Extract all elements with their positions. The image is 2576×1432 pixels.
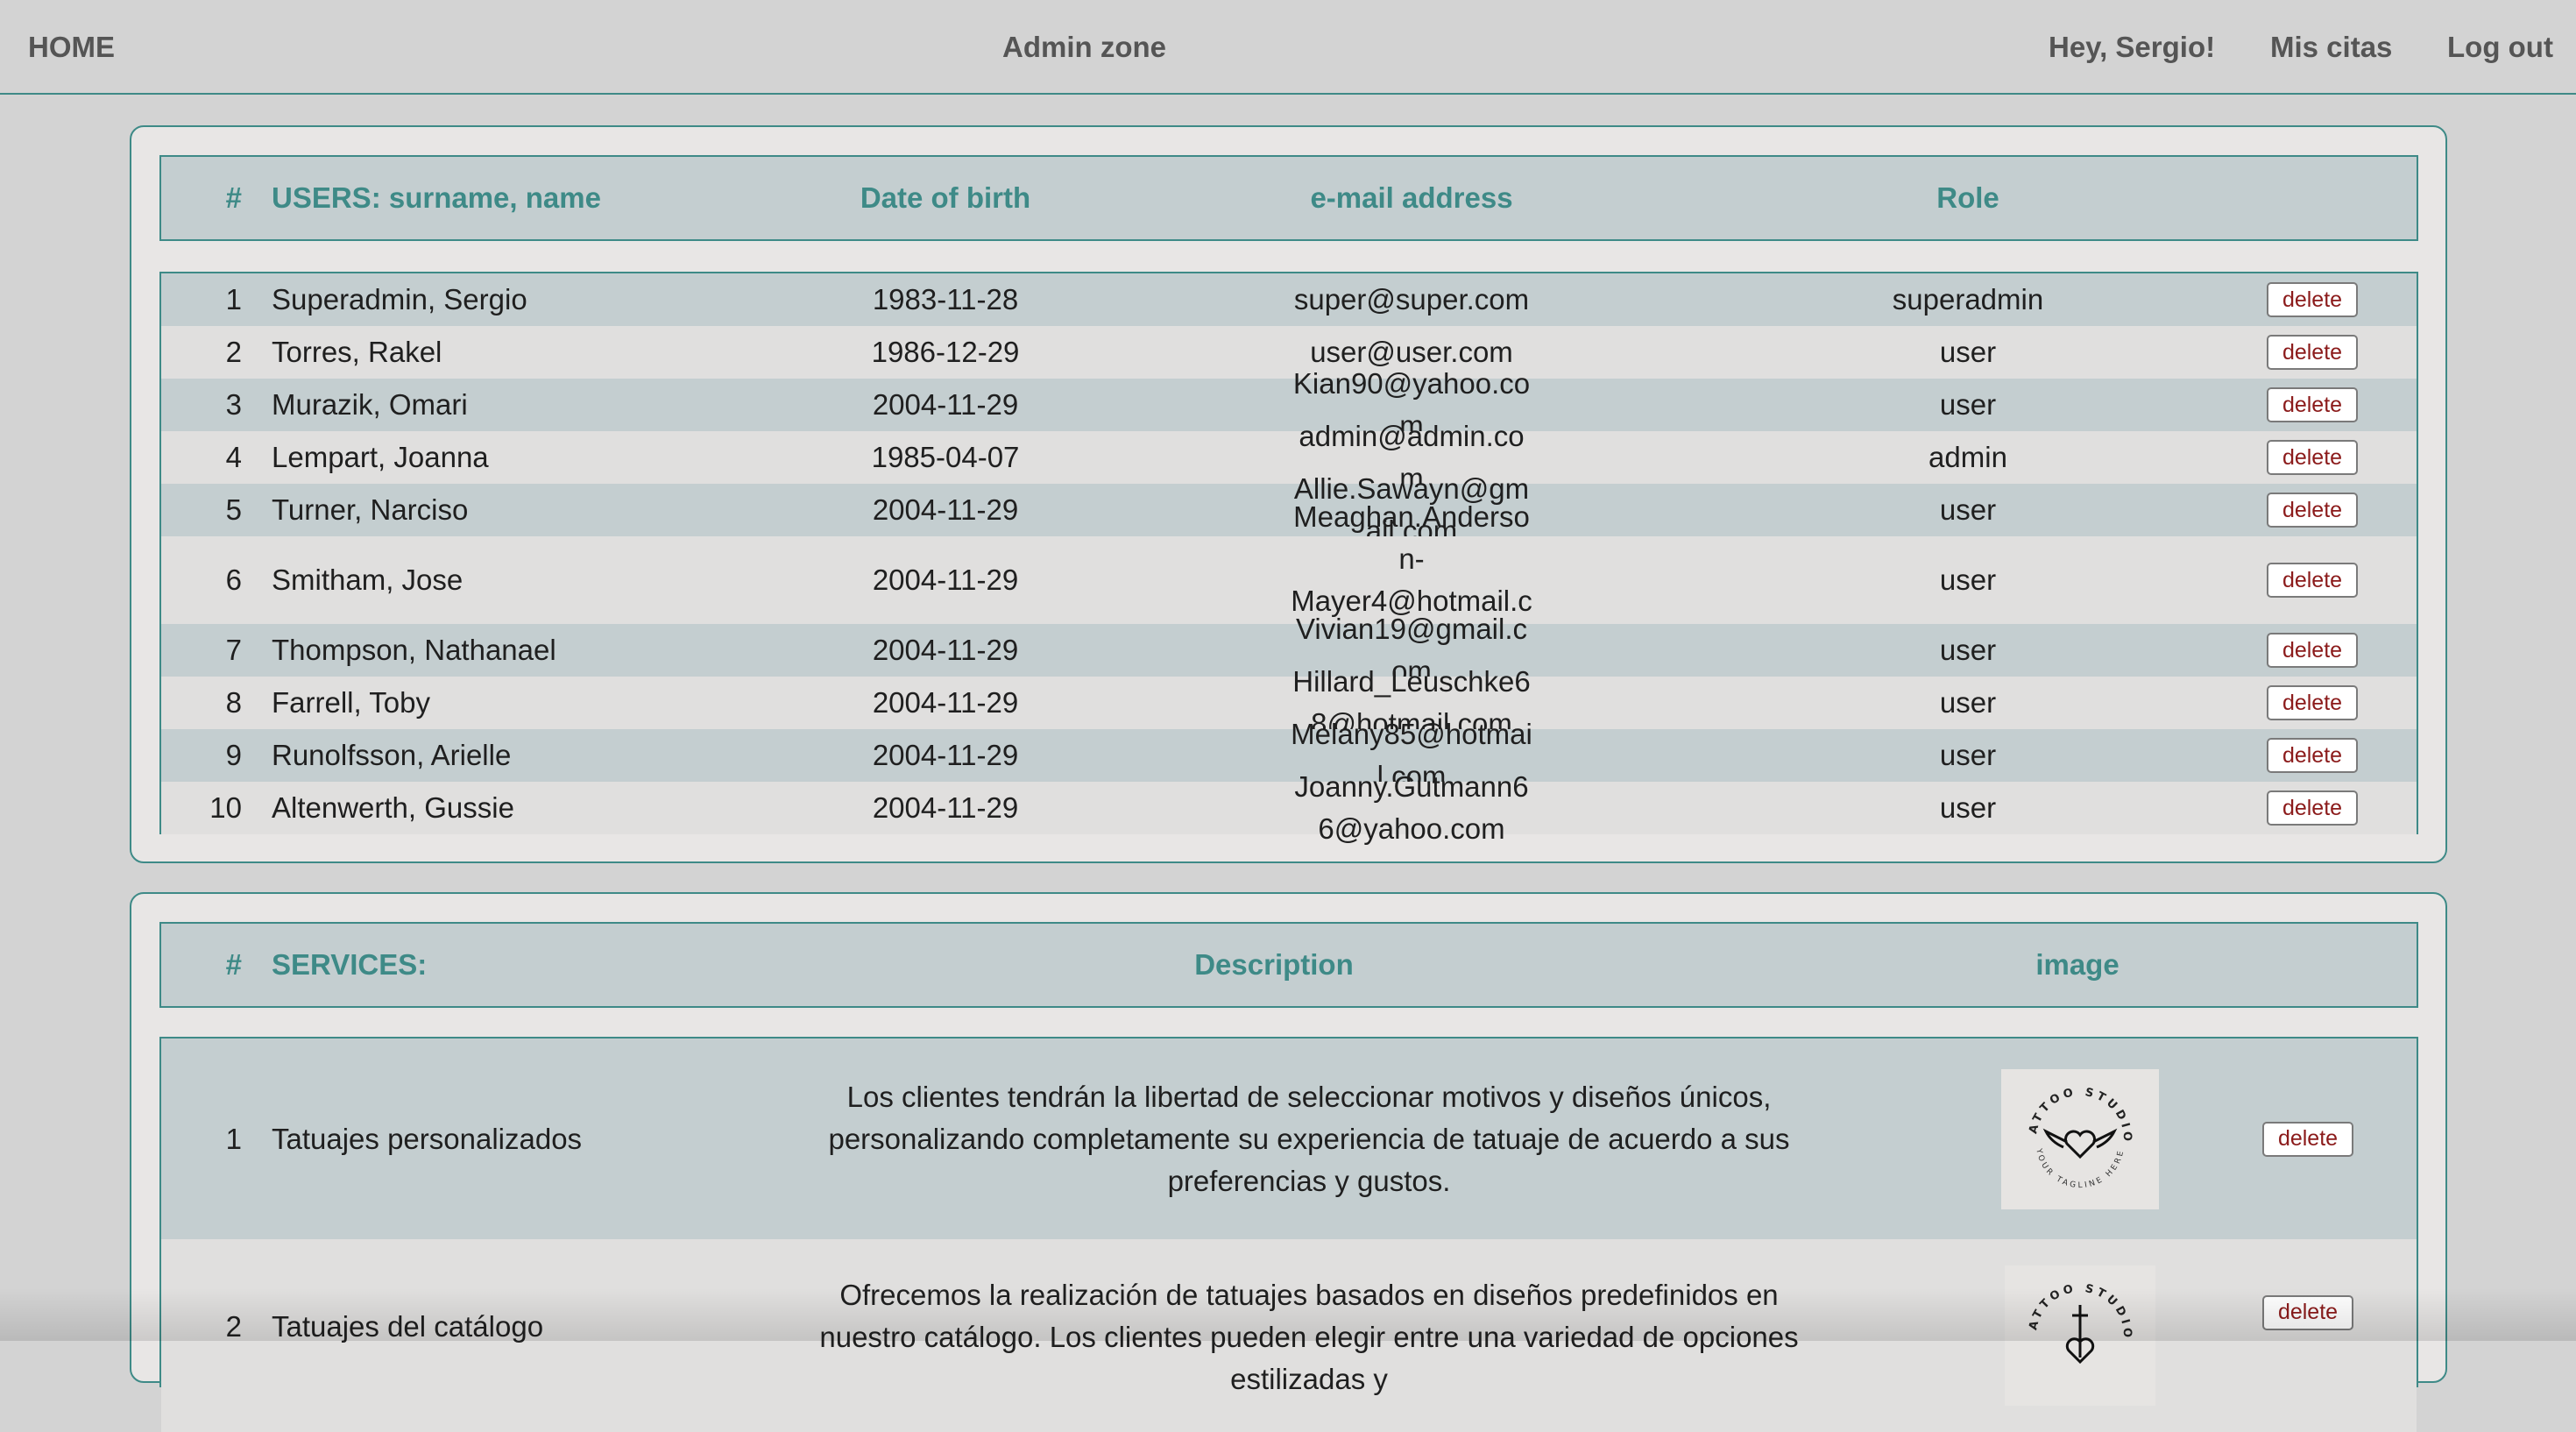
user-dob: 2004-11-29 <box>872 564 1019 596</box>
delete-user-button[interactable]: delete <box>2267 685 2358 720</box>
user-name: Runolfsson, Arielle <box>272 739 512 771</box>
home-link[interactable]: HOME <box>28 0 115 95</box>
user-num: 7 <box>225 634 242 666</box>
service-num: 2 <box>225 1310 242 1343</box>
user-name: Lempart, Joanna <box>272 441 489 473</box>
delete-user-button[interactable]: delete <box>2267 387 2358 422</box>
user-dob: 2004-11-29 <box>872 686 1019 719</box>
user-name: Altenwerth, Gussie <box>272 791 514 824</box>
user-num: 4 <box>225 441 242 473</box>
services-header-num: # <box>225 948 242 981</box>
services-header-description: Description <box>1194 948 1354 981</box>
delete-user-button[interactable]: delete <box>2267 738 2358 773</box>
logo-top-text: TATTOO STUDIO <box>2014 1074 2130 1145</box>
user-role: user <box>1939 388 1997 421</box>
svg-text:YOUR TAGLINE HERE: YOUR TAGLINE HERE <box>2034 1146 2127 1189</box>
users-panel: # USERS: surname, name Date of birth e-m… <box>130 125 2447 863</box>
user-dob: 1986-12-29 <box>871 336 1020 368</box>
user-num: 10 <box>209 791 242 824</box>
user-email: super@super.com <box>1293 283 1530 315</box>
user-role: user <box>1939 739 1997 771</box>
user-dob: 1985-04-07 <box>871 441 1020 473</box>
user-role: superadmin <box>1892 283 2044 315</box>
table-row: 1 Superadmin, Sergio 1983-11-28 super@super… <box>161 273 2417 326</box>
delete-service-button[interactable]: delete <box>2262 1294 2353 1330</box>
delete-user-button[interactable]: delete <box>2267 440 2358 475</box>
user-role: user <box>1939 564 1997 596</box>
admin-zone-title: Admin zone <box>1002 31 1166 63</box>
user-role: user <box>1939 686 1997 719</box>
user-dob: 2004-11-29 <box>872 791 1019 824</box>
top-navbar: HOME Admin zone Hey, Sergio! Mis citas L… <box>0 0 2576 95</box>
user-dob: 1983-11-28 <box>872 283 1019 315</box>
user-num: 3 <box>225 388 242 421</box>
service-name: Tatuajes personalizados <box>272 1122 583 1155</box>
users-header-email: e-mail address <box>1310 181 1513 214</box>
services-header-image: image <box>2035 948 2120 981</box>
users-header-name: USERS: surname, name <box>272 181 601 214</box>
services-header-name: SERVICES: <box>272 948 428 981</box>
delete-user-button[interactable]: delete <box>2267 563 2358 598</box>
winged-heart-icon <box>2042 1128 2118 1159</box>
services-panel: # SERVICES: Description image 1 Tatuajes… <box>130 892 2447 1432</box>
services-table-body: 1 Tatuajes personalizados Los clientes t… <box>159 1037 2418 1432</box>
service-num: 1 <box>225 1122 242 1155</box>
dagger-heart-icon <box>2065 1305 2095 1365</box>
user-role: user <box>1939 634 1997 666</box>
service-description: Los clientes tendrán la libertad de sele… <box>828 1080 1790 1197</box>
user-name: Torres, Rakel <box>272 336 442 368</box>
user-role: user <box>1939 493 1997 526</box>
user-name: Thompson, Nathanael <box>272 634 556 666</box>
table-row: 1 Tatuajes personalizados Los clientes t… <box>161 1039 2417 1239</box>
service-description: Ofrecemos la realización de tatuajes bas… <box>819 1279 1799 1395</box>
user-num: 2 <box>225 336 242 368</box>
user-name: Superadmin, Sergio <box>272 283 527 315</box>
users-table-body: 1 Superadmin, Sergio 1983-11-28 super@super… <box>159 272 2418 845</box>
user-num: 9 <box>225 739 242 771</box>
users-header-dob: Date of birth <box>860 181 1031 214</box>
user-dob: 2004-11-29 <box>872 388 1019 421</box>
logo-top-text: TATTOO STUDIO <box>2014 1270 2130 1341</box>
user-role: admin <box>1928 441 2007 473</box>
logo-bottom-text: YOUR TAGLINE HERE <box>2034 1146 2124 1189</box>
svg-text:TATTOO STUDIO: TATTOO STUDIO <box>2014 1074 2134 1145</box>
mis-citas-link[interactable]: Mis citas <box>2270 0 2392 95</box>
delete-user-button[interactable]: delete <box>2267 282 2358 317</box>
user-role: user <box>1939 336 1997 368</box>
user-num: 8 <box>225 686 242 719</box>
table-row: 2 Tatuajes del catálogo Ofrecemos la rea… <box>161 1239 2417 1432</box>
users-table-header: # USERS: surname, name Date of birth e-m… <box>159 155 2418 241</box>
delete-service-button[interactable]: delete <box>2262 1121 2353 1157</box>
delete-user-button[interactable]: delete <box>2267 335 2358 370</box>
user-name: Farrell, Toby <box>272 686 430 719</box>
user-num: 5 <box>225 493 242 526</box>
delete-user-button[interactable]: delete <box>2267 493 2358 528</box>
tattoo-studio-logo-image: TATTOO STUDIO <box>2005 1265 2155 1406</box>
users-header-role: Role <box>1936 181 1999 214</box>
users-header-num: # <box>225 181 242 214</box>
user-name: Murazik, Omari <box>272 388 468 421</box>
user-dob: 2004-11-29 <box>872 739 1019 771</box>
user-role: user <box>1939 791 1997 824</box>
user-dob: 2004-11-29 <box>872 493 1019 526</box>
user-name: Turner, Narciso <box>272 493 469 526</box>
user-num: 6 <box>225 564 242 596</box>
user-dob: 2004-11-29 <box>872 634 1019 666</box>
table-row: 10 Altenwerth, Gussie 2004-11-29 Joanny.Gut… <box>161 770 2417 845</box>
service-name: Tatuajes del catálogo <box>272 1310 544 1343</box>
user-greeting-link[interactable]: Hey, Sergio! <box>2049 0 2215 95</box>
user-email: Joanny.Gutmann66@yahoo.com <box>1294 770 1529 845</box>
svg-text:TATTOO STUDIO: TATTOO STUDIO <box>2014 1270 2134 1341</box>
delete-user-button[interactable]: delete <box>2267 790 2358 826</box>
user-name: Smitham, Jose <box>272 564 464 596</box>
logout-link[interactable]: Log out <box>2447 0 2553 95</box>
tattoo-studio-logo-image: TATTOO STUDIO YOUR TAGLINE HERE <box>2001 1068 2159 1209</box>
user-num: 1 <box>225 283 242 315</box>
services-table-header: # SERVICES: Description image <box>159 922 2418 1008</box>
delete-user-button[interactable]: delete <box>2267 633 2358 668</box>
